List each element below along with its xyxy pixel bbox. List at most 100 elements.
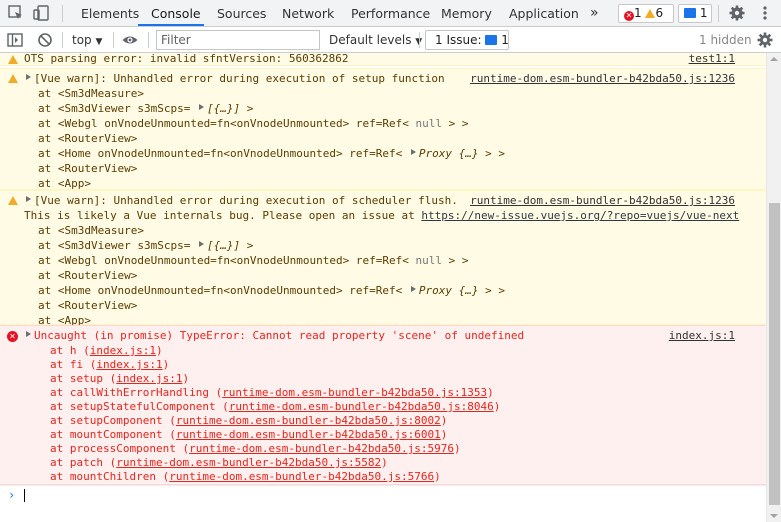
divider — [419, 32, 420, 48]
tab-application[interactable]: Application — [509, 0, 579, 27]
stack-source-link[interactable]: runtime-dom.esm-bundler-b42bda50.js:6001 — [176, 428, 441, 441]
stack-text: at <Home onVnodeUnmounted=fn<onVnodeUnmo… — [38, 284, 403, 297]
stack-source-link[interactable]: runtime-dom.esm-bundler-b42bda50.js:5766 — [169, 470, 434, 483]
stack-text: at <Home onVnodeUnmounted=fn<onVnodeUnmo… — [38, 147, 403, 160]
stack-frame: at setupComponent (runtime-dom.esm-bundl… — [50, 413, 447, 428]
console-settings-icon[interactable] — [756, 31, 774, 49]
log-levels-dropdown[interactable]: Default levels ▼ — [329, 27, 422, 53]
error-headline[interactable]: Uncaught (in promise) TypeError: Cannot … — [24, 328, 524, 343]
stack-paren: ) — [453, 442, 461, 455]
source-link[interactable]: runtime-dom.esm-bundler-b42bda50.js:1236 — [470, 71, 735, 86]
console-prompt-row[interactable]: › — [0, 485, 766, 505]
divider — [113, 32, 114, 48]
stack-frame: at h (index.js:1) — [50, 343, 163, 358]
stack-text: > > — [448, 117, 469, 130]
expand-triangle-icon[interactable] — [26, 331, 31, 337]
tab-memory[interactable]: Memory — [441, 0, 492, 27]
stack-function: at processComponent ( — [50, 442, 190, 455]
divider — [718, 5, 719, 22]
stack-source-link[interactable]: runtime-dom.esm-bundler-b42bda50.js:5976 — [189, 442, 454, 455]
warning-icon — [8, 196, 18, 205]
expand-triangle-icon[interactable] — [26, 74, 31, 80]
chevron-down-icon: ▼ — [95, 37, 103, 47]
scroll-down-icon[interactable] — [770, 514, 778, 518]
expand-triangle-icon[interactable] — [198, 241, 204, 247]
stack-text: > — [246, 102, 254, 115]
filter-input[interactable] — [156, 30, 320, 50]
more-tabs-button[interactable]: » — [590, 0, 599, 27]
stack-source-link[interactable]: runtime-dom.esm-bundler-b42bda50.js:1353 — [222, 386, 487, 399]
warning-text: [Vue warn]: Unhandled error during execu… — [34, 72, 445, 85]
stack-function: at h ( — [50, 344, 90, 357]
stack-source-link[interactable]: index.js:1 — [116, 372, 182, 385]
expand-triangle-icon[interactable] — [198, 104, 204, 110]
stack-value[interactable]: [{…}] — [207, 239, 240, 252]
stack-text: at <Sm3dViewer s3mScps= — [38, 102, 191, 115]
tab-network[interactable]: Network — [282, 0, 334, 27]
stack-paren: ) — [155, 344, 163, 357]
stack-text: > — [246, 239, 254, 252]
active-tab-indicator — [138, 24, 204, 26]
warning-icon — [645, 9, 656, 18]
stack-value[interactable]: Proxy {…} — [419, 147, 479, 160]
stack-frame: at patch (runtime-dom.esm-bundler-b42bda… — [50, 455, 388, 470]
tab-elements[interactable]: Elements — [81, 0, 139, 27]
more-vertical-icon[interactable] — [756, 4, 774, 22]
divider — [62, 32, 63, 48]
warning-text: This is likely a Vue internals bug. Plea… — [24, 209, 422, 222]
scrollbar-thumb[interactable] — [769, 203, 780, 505]
tab-sources[interactable]: Sources — [217, 0, 266, 27]
console-warning-setup: [Vue warn]: Unhandled error during execu… — [0, 68, 766, 190]
expand-triangle-icon[interactable] — [410, 149, 416, 155]
stack-paren: ) — [162, 358, 170, 371]
console-output[interactable]: OTS parsing error: invalid sfntVersion: … — [0, 53, 766, 522]
stack-paren: ) — [440, 428, 448, 441]
divider — [148, 32, 149, 48]
stack-source-link[interactable]: index.js:1 — [90, 344, 156, 357]
source-link[interactable]: test1:1 — [689, 53, 735, 66]
warning-headline[interactable]: [Vue warn]: Unhandled error during execu… — [24, 193, 458, 208]
stack-value[interactable]: [{…}] — [207, 102, 240, 115]
console-error-typeerror: ✕ Uncaught (in promise) TypeError: Canno… — [0, 325, 766, 485]
stack-frame: at fi (index.js:1) — [50, 357, 169, 372]
scroll-up-icon[interactable] — [770, 57, 778, 61]
stack-source-link[interactable]: runtime-dom.esm-bundler-b42bda50.js:8002 — [176, 414, 441, 427]
expand-triangle-icon[interactable] — [26, 196, 31, 202]
warning-icon — [8, 74, 18, 83]
stack-paren: ) — [440, 414, 448, 427]
context-selector[interactable]: top ▼ — [72, 27, 102, 53]
clear-console-icon[interactable] — [36, 31, 54, 49]
stack-value: null — [415, 254, 443, 267]
issue-url-link[interactable]: https://new-issue.vuejs.org/?repo=vuejs/… — [421, 209, 739, 222]
source-link[interactable]: runtime-dom.esm-bundler-b42bda50.js:1236 — [470, 193, 735, 208]
message-counter[interactable]: 1 — [678, 4, 712, 23]
device-toolbar-icon[interactable] — [33, 4, 51, 22]
warning-message: OTS parsing error: invalid sfntVersion: … — [24, 53, 349, 65]
tab-console[interactable]: Console — [151, 0, 201, 27]
issues-button[interactable]: 1 Issue: 1 — [425, 30, 509, 50]
stack-paren: ) — [493, 400, 501, 413]
warning-icon — [8, 55, 18, 64]
stack-text: at <Webgl onVnodeUnmounted=fn<onVnodeUnm… — [38, 254, 409, 267]
error-warning-counter[interactable]: ✕ 1 6 — [618, 4, 674, 23]
inspect-element-icon[interactable] — [7, 4, 25, 22]
sidebar-toggle-icon[interactable] — [6, 31, 24, 49]
stack-function: at setupStatefulComponent ( — [50, 400, 229, 413]
stack-paren: ) — [487, 386, 494, 399]
source-link[interactable]: index.js:1 — [669, 328, 735, 343]
stack-line: at <Home onVnodeUnmounted=fn<onVnodeUnmo… — [38, 146, 505, 161]
vertical-scrollbar[interactable] — [766, 53, 781, 522]
eye-icon[interactable] — [121, 31, 139, 49]
message-icon — [684, 8, 696, 18]
stack-line: at <App> — [38, 177, 91, 190]
tab-performance[interactable]: Performance — [351, 0, 430, 27]
expand-triangle-icon[interactable] — [410, 286, 416, 292]
settings-gear-icon[interactable] — [728, 4, 746, 22]
error-icon: ✕ — [7, 331, 18, 342]
console-warning-scheduler: [Vue warn]: Unhandled error during execu… — [0, 190, 766, 327]
stack-value[interactable]: Proxy {…} — [419, 284, 479, 297]
stack-source-link[interactable]: runtime-dom.esm-bundler-b42bda50.js:8046 — [229, 400, 494, 413]
stack-source-link[interactable]: index.js:1 — [96, 358, 162, 371]
warning-headline[interactable]: [Vue warn]: Unhandled error during execu… — [24, 71, 445, 86]
stack-source-link[interactable]: runtime-dom.esm-bundler-b42bda50.js:5582 — [116, 456, 381, 469]
